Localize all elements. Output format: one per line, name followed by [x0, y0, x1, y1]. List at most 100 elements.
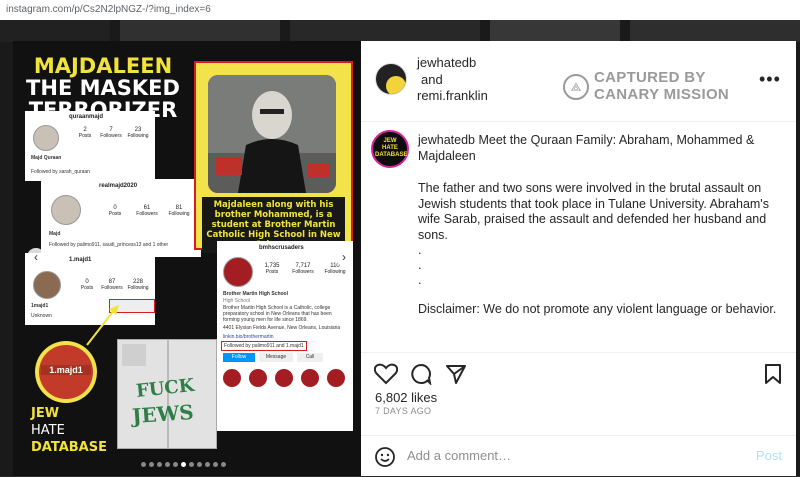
stat-label: Followers — [101, 285, 123, 291]
school-name: Brother Martin High School — [223, 291, 288, 297]
carousel-dot — [205, 462, 210, 467]
masked-person-illustration — [208, 75, 336, 193]
profile-following: 81 Following — [165, 205, 193, 217]
brand-line3: DATABASE — [31, 440, 107, 455]
profile-card: quraanmajd 2 Posts 7 Followers 23 Following… — [25, 111, 155, 181]
carousel-dot-active — [181, 462, 186, 467]
profile-posts: 2 Posts — [75, 127, 95, 139]
stat-label: Posts — [78, 133, 92, 139]
profile-picture — [33, 271, 61, 299]
profile-handle: 1.majd1 — [69, 257, 92, 263]
profile-following: 23 Following — [125, 127, 151, 139]
profile-handle: realmajd2020 — [99, 183, 138, 189]
carousel-dot — [165, 462, 170, 467]
profile-posts: 0 Posts — [105, 205, 125, 217]
highlight-circle — [275, 369, 293, 387]
profile-handle: quraanmajd — [69, 114, 104, 120]
school-handle: bmhscrusaders — [259, 245, 304, 251]
school-followed-by: Followed by palimo911 and 1.majd1 — [221, 341, 307, 351]
comment-input[interactable] — [407, 448, 737, 463]
carousel-dot — [141, 462, 146, 467]
author-username[interactable]: jewhatedb — [417, 55, 476, 70]
badge-label: 1.majd1 — [41, 365, 91, 375]
post-image: MAJDALEEN THE MASKED TERRORIZER quraanma… — [13, 41, 361, 476]
likes-count[interactable]: 6,802 likes — [375, 390, 437, 405]
school-call-button: Call — [297, 353, 323, 362]
author-avatar[interactable] — [375, 63, 407, 95]
stat-label: Followers — [292, 269, 314, 275]
graffiti-photo: FUCK JEWS — [117, 339, 217, 449]
profile-name: Majd — [49, 231, 61, 237]
brand-line1: JEW — [31, 406, 60, 421]
stat-label: Followers — [136, 211, 158, 217]
avatar-text: JEW HATE DATABASE — [375, 138, 408, 158]
comment-icon[interactable] — [410, 363, 432, 385]
profile-picture — [51, 195, 81, 225]
heart-icon[interactable] — [374, 363, 398, 385]
profile-followers: 87 Followers — [101, 279, 123, 291]
caption-text: jewhatedb Meet the Quraan Family: Abraha… — [418, 133, 788, 164]
post-date[interactable]: 7 DAYS AGO — [375, 406, 431, 416]
profile-following: 228 Following — [125, 279, 151, 291]
school-message-button: Message — [259, 353, 293, 362]
caption-dot: . — [418, 243, 422, 257]
address-bar[interactable]: instagram.com/p/Cs2N2lpNGZ-/?img_index=6 — [0, 0, 800, 21]
highlight-circle — [249, 369, 267, 387]
and-label: and — [421, 72, 443, 87]
share-icon[interactable] — [445, 363, 467, 385]
profile-followers: 61 Followers — [135, 205, 159, 217]
school-logo — [223, 257, 253, 287]
stat-label: Posts — [80, 285, 94, 291]
captured-watermark: CAPTURED BY CANARY MISSION — [594, 69, 729, 103]
action-bar — [361, 352, 796, 388]
coauthor-avatar — [386, 76, 406, 94]
emoji-icon[interactable] — [374, 446, 396, 468]
caption-author-avatar[interactable]: JEW HATE DATABASE — [371, 130, 409, 168]
carousel-indicator — [141, 454, 229, 467]
caption-area: JEW HATE DATABASE jewhatedb Meet the Qur… — [361, 122, 796, 352]
stat-label: Following — [127, 133, 149, 139]
profile-picture — [33, 125, 59, 151]
profile-followed-by: Followed by sarah_quraan — [31, 169, 90, 175]
profile-followed-by: Followed by palimo911, saudi_princess13 … — [49, 242, 169, 248]
caption-username[interactable]: jewhatedb — [418, 133, 475, 147]
canary-icon: ⟁ — [563, 74, 589, 100]
badge-photo: 1.majd1 — [39, 345, 93, 399]
chevron-left-icon[interactable]: ‹ — [27, 248, 45, 266]
carousel-dot — [189, 462, 194, 467]
stat-label: Following — [324, 269, 346, 275]
highlight-circle — [327, 369, 345, 387]
captured-line2: CANARY MISSION — [594, 86, 730, 103]
school-category: High School — [223, 298, 250, 304]
post-comment-button[interactable]: Post — [756, 448, 782, 463]
more-icon[interactable]: ••• — [759, 69, 781, 90]
profile-followers: 7 Followers — [99, 127, 123, 139]
brand-line2: HATE — [31, 423, 65, 438]
profile-bio: Unknown — [31, 313, 52, 319]
stat-label: Followers — [100, 133, 122, 139]
highlight-circle — [223, 369, 241, 387]
photo-image — [208, 75, 336, 193]
stat-label: Posts — [108, 211, 122, 217]
featured-photo: Majdaleen along with his brother Mohamme… — [194, 61, 353, 253]
caption-disclaimer: Disclaimer: We do not promote any violen… — [418, 302, 777, 316]
carousel-dot — [221, 462, 226, 467]
school-posts: 1,735 Posts — [259, 263, 285, 275]
carousel-dot — [149, 462, 154, 467]
profile-posts: 0 Posts — [77, 279, 97, 291]
caption-paragraph: The father and two sons were involved in… — [418, 181, 769, 242]
school-address: 4401 Elysian Fields Avenue, New Orleans,… — [223, 325, 341, 331]
carousel-dot — [173, 462, 178, 467]
highlight-circle — [301, 369, 319, 387]
carousel-dot — [213, 462, 218, 467]
profile-name: Majd Quraan — [31, 155, 62, 161]
profile-badge: 1.majd1 — [35, 341, 97, 403]
bookmark-icon[interactable] — [764, 363, 782, 385]
chevron-right-icon[interactable]: › — [335, 248, 353, 266]
profile-card: realmajd2020 0 Posts 61 Followers 81 Follow… — [41, 179, 201, 257]
url-text[interactable]: instagram.com/p/Cs2N2lpNGZ-/?img_index=6 — [6, 4, 211, 15]
school-link: linkin.bio/brothermartin — [223, 334, 274, 340]
coauthor-username[interactable]: remi.franklin — [417, 88, 488, 103]
caption-dot: . — [418, 273, 422, 287]
post-header: jewhatedb and remi.franklin ⟁ CAPTURED B… — [361, 41, 796, 122]
